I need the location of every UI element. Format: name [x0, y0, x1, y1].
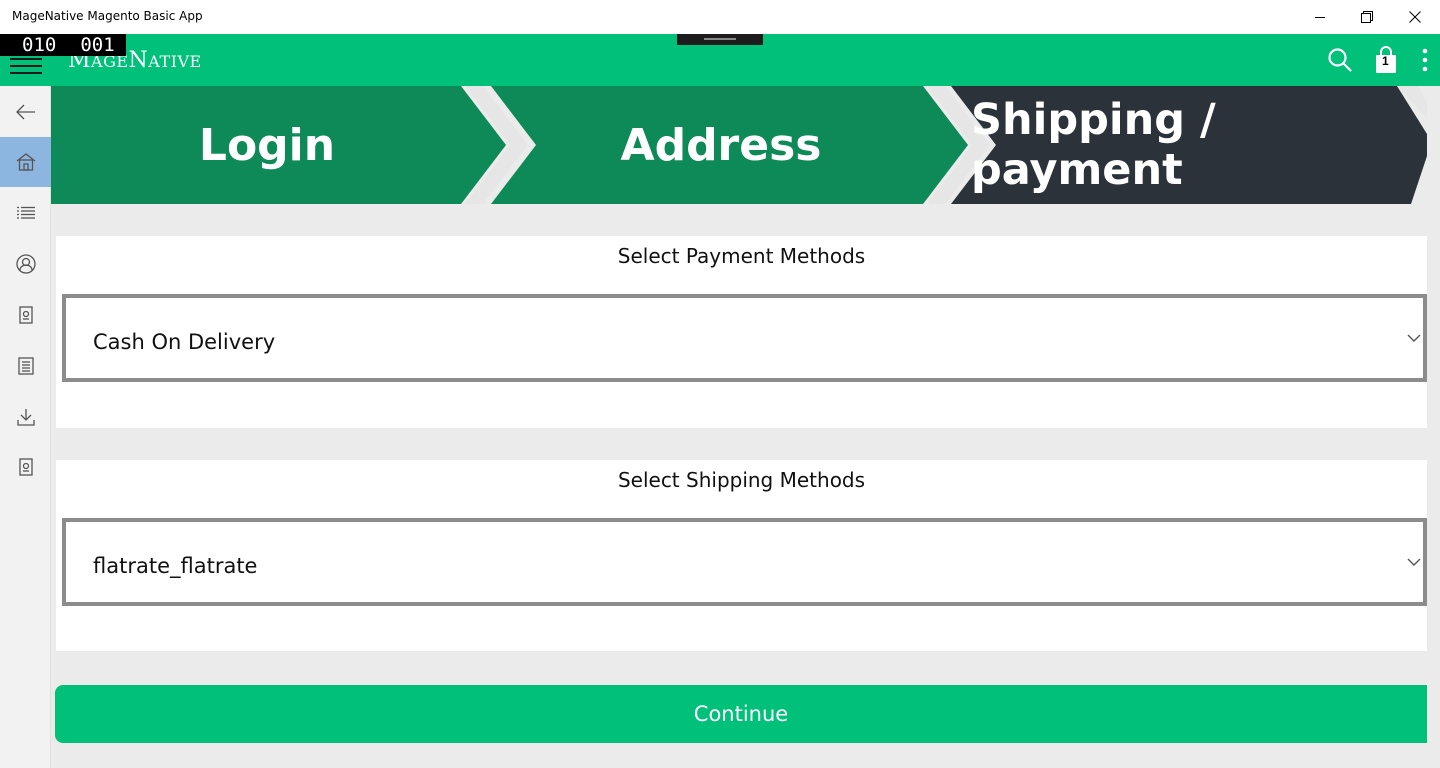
shipping-method-value: flatrate_flatrate [93, 554, 258, 578]
sidebar-item-downloads[interactable] [0, 392, 51, 442]
window-titlebar: MageNative Magento Basic App [0, 0, 1440, 34]
home-icon [16, 153, 35, 171]
window-title: MageNative Magento Basic App [12, 9, 203, 23]
checkout-steps-banner: Login Address Shipping / payment [51, 86, 1427, 204]
sidebar-item-page[interactable] [0, 290, 51, 340]
payment-methods-title: Select Payment Methods [617, 244, 866, 268]
sidebar-item-page-2[interactable] [0, 442, 51, 492]
step-address-label: Address [620, 119, 822, 171]
frame-counter: 010 001 [0, 34, 126, 56]
shipping-method-select[interactable]: flatrate_flatrate [62, 518, 1427, 606]
sidebar-item-account[interactable] [0, 239, 51, 289]
step-login-label: Login [198, 119, 336, 171]
step-shipping-payment-label: Shipping / payment [971, 95, 1216, 195]
hamburger-menu-button[interactable] [6, 52, 46, 82]
shipping-methods-title: Select Shipping Methods [617, 468, 866, 492]
minimize-icon [1315, 17, 1325, 18]
drag-handle[interactable] [677, 34, 763, 45]
page-icon [18, 458, 33, 476]
payment-method-value: Cash On Delivery [93, 330, 276, 354]
search-button[interactable] [1324, 44, 1356, 76]
close-button[interactable] [1392, 0, 1438, 34]
chevron-down-icon [1407, 558, 1421, 566]
back-arrow-icon [15, 104, 35, 120]
counter-left: 010 [22, 34, 57, 56]
account-icon [15, 254, 36, 274]
sidebar-item-categories[interactable] [0, 188, 51, 238]
more-vertical-icon [1422, 48, 1428, 72]
close-icon [1409, 11, 1421, 23]
sidebar-item-home[interactable] [0, 137, 51, 187]
chevron-down-icon [1407, 334, 1421, 342]
cart-count-badge: 1 [1382, 54, 1389, 68]
restore-icon [1361, 11, 1373, 23]
payment-methods-panel: Select Payment Methods Cash On Delivery [56, 236, 1427, 428]
cart-button[interactable]: 1 [1370, 44, 1402, 76]
download-icon [16, 409, 35, 426]
counter-right: 001 [80, 34, 115, 56]
back-button[interactable] [0, 87, 51, 137]
minimize-button[interactable] [1297, 0, 1343, 34]
shipping-methods-panel: Select Shipping Methods flatrate_flatrat… [56, 460, 1427, 651]
more-options-button[interactable] [1409, 44, 1440, 76]
search-icon [1328, 48, 1352, 72]
restore-button[interactable] [1344, 0, 1390, 34]
sidebar-item-orders[interactable] [0, 341, 51, 391]
page-icon [18, 306, 33, 324]
document-list-icon [17, 357, 34, 375]
list-icon [16, 206, 35, 219]
payment-method-select[interactable]: Cash On Delivery [62, 294, 1427, 382]
left-navigation-rail [0, 86, 51, 768]
continue-button[interactable]: Continue [55, 685, 1427, 743]
